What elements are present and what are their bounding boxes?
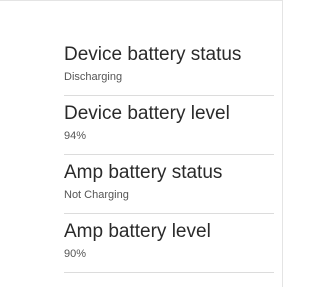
item-title: Amp battery level xyxy=(64,221,211,242)
right-border xyxy=(282,0,283,287)
battery-settings-list: Device battery status Discharging Device… xyxy=(64,37,274,273)
item-summary: Discharging xyxy=(64,71,123,83)
item-title: Amp battery status xyxy=(64,162,223,183)
amp-battery-level-item[interactable]: Amp battery level 90% xyxy=(64,214,274,273)
top-border xyxy=(0,0,282,1)
list-divider xyxy=(64,95,274,96)
item-title: Device battery status xyxy=(64,44,242,65)
settings-screen: Device battery status Discharging Device… xyxy=(0,0,284,287)
list-divider xyxy=(64,154,274,155)
item-title: Device battery level xyxy=(64,103,230,124)
list-divider xyxy=(64,272,274,273)
device-battery-level-item[interactable]: Device battery level 94% xyxy=(64,96,274,155)
item-summary: 90% xyxy=(64,248,87,260)
amp-battery-status-item[interactable]: Amp battery status Not Charging xyxy=(64,155,274,214)
item-summary: 94% xyxy=(64,130,87,142)
device-battery-status-item[interactable]: Device battery status Discharging xyxy=(64,37,274,96)
list-divider xyxy=(64,213,274,214)
item-summary: Not Charging xyxy=(64,189,129,201)
